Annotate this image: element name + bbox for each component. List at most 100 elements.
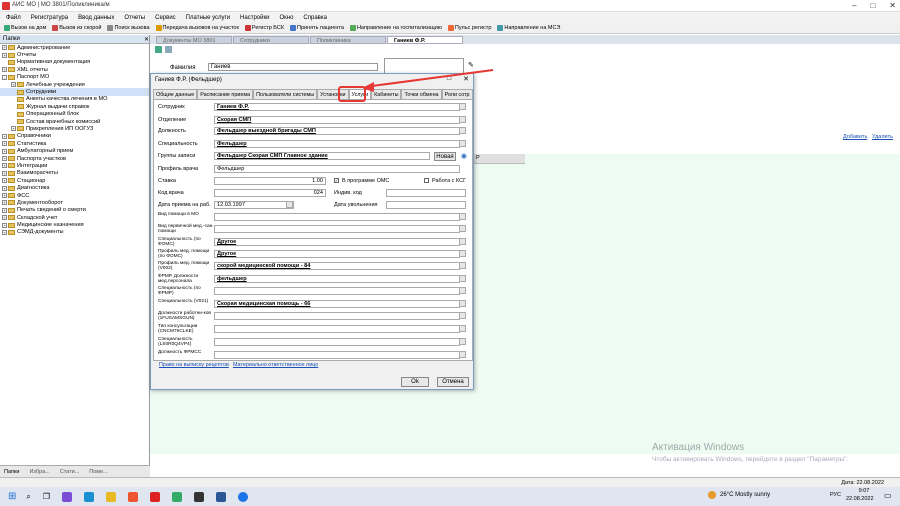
menu-item-4[interactable]: Сервис (155, 15, 176, 21)
tree-item[interactable]: Сотрудники (0, 88, 149, 96)
task-view-icon[interactable]: ❐ (43, 492, 50, 501)
dialog-tab-1[interactable]: Расписание приема (197, 89, 254, 99)
dialog-tab-2[interactable]: Пользователи системы (253, 89, 318, 99)
tree-item[interactable]: + СЭМД-документы (0, 229, 149, 236)
extra-field[interactable] (214, 325, 460, 333)
dialog-tab-3[interactable]: Установки (317, 89, 349, 99)
clock-time[interactable]: 9:07 (850, 488, 878, 494)
extra-field-select-button[interactable] (459, 213, 466, 220)
menu-item-6[interactable]: Настройки (240, 15, 269, 21)
tree-item[interactable]: + Медицинские назначения (0, 221, 149, 228)
menu-item-0[interactable]: Файл (6, 15, 21, 21)
tree-item[interactable]: + Стационар (0, 177, 149, 184)
toolbar-button-4[interactable]: Регистр БСК (243, 25, 286, 31)
weather-text[interactable]: 26°C Mostly sunny (720, 492, 770, 498)
expand-icon[interactable]: + (2, 178, 7, 184)
dialog-tab-4[interactable]: Услуги (348, 89, 372, 99)
extra-field-select-button[interactable] (459, 338, 466, 345)
menu-item-3[interactable]: Отчеты (124, 15, 145, 21)
position-field[interactable]: Фельдшер выездной бригады СМП (214, 127, 460, 135)
extra-field-select-button[interactable] (459, 351, 466, 358)
expand-icon[interactable]: + (2, 170, 7, 176)
toolbar-button-2[interactable]: Поиск вызова (105, 25, 151, 31)
tree-item[interactable]: Нормативная документация (0, 59, 149, 66)
extra-field[interactable] (214, 312, 460, 320)
toolbar-button-6[interactable]: Направление на госпитализацию (348, 25, 444, 31)
cancel-button[interactable]: Отмена (437, 377, 469, 387)
extra-field[interactable]: скорой медицинской помощи - 84 (214, 262, 460, 270)
expand-icon[interactable]: + (2, 163, 7, 169)
tree-item[interactable]: + Администрирование (0, 44, 149, 51)
delete-link[interactable]: Удалить (872, 134, 893, 140)
toolbar-button-0[interactable]: Вызов на дом (2, 25, 48, 31)
extra-field[interactable]: фельдшер (214, 275, 460, 283)
pen-icon[interactable]: ✎ (468, 61, 474, 69)
calendar-dropdown-button[interactable] (286, 201, 293, 208)
extra-field-select-button[interactable] (459, 225, 466, 232)
extra-field-select-button[interactable] (459, 312, 466, 319)
toolbar-button-7[interactable]: Пульс регистр (446, 25, 493, 31)
surname-field[interactable]: Ганиев (208, 63, 378, 71)
extra-field-select-button[interactable] (459, 262, 466, 269)
extra-field-select-button[interactable] (459, 300, 466, 307)
expand-icon[interactable]: + (11, 126, 16, 132)
extra-field-select-button[interactable] (459, 238, 466, 245)
tree-item[interactable]: + Печать сведений о смерти (0, 207, 149, 214)
toolbar-button-1[interactable]: Вызов из скорой (50, 25, 103, 31)
expand-icon[interactable]: + (2, 52, 7, 58)
menu-item-2[interactable]: Ввод данных (78, 15, 114, 21)
dialog-tab-7[interactable]: Роли сотр (441, 89, 473, 99)
new-group-button[interactable]: Новая (434, 152, 456, 161)
edge-icon[interactable] (84, 491, 95, 502)
add-link[interactable]: Добавить (843, 134, 867, 140)
employee-field[interactable]: Ганиев Ф.Р. (214, 103, 460, 111)
expand-icon[interactable]: + (2, 45, 7, 51)
word-icon[interactable] (216, 491, 227, 502)
sidebar-tab-0[interactable]: Папки (4, 469, 19, 475)
extra-field-select-button[interactable] (459, 287, 466, 294)
dialog-tab-0[interactable]: Общие данные (153, 89, 198, 99)
tree-item[interactable]: + Справочники (0, 133, 149, 140)
tree-item[interactable]: + Отчеты (0, 51, 149, 58)
yandex-icon[interactable] (128, 491, 139, 502)
chrome-icon[interactable] (172, 491, 183, 502)
notification-icon[interactable]: ▭ (884, 491, 892, 500)
tree-item[interactable]: + XML отчеты (0, 66, 149, 73)
toolbar-button-8[interactable]: Направление на МСЭ (495, 25, 562, 31)
tree-item[interactable]: + Лечебные учреждения (0, 81, 149, 88)
extra-field[interactable]: Другое (214, 238, 460, 246)
expand-icon[interactable]: + (2, 229, 7, 235)
yandex-browser-icon[interactable] (150, 491, 161, 502)
expand-icon[interactable]: + (2, 215, 7, 221)
expand-icon[interactable]: + (2, 193, 7, 198)
tree-item[interactable]: + Складской учет (0, 214, 149, 221)
expand-icon[interactable]: + (2, 185, 7, 191)
ksg-checkbox[interactable] (424, 178, 429, 185)
expand-icon[interactable]: + (2, 207, 7, 213)
doc-tab-1[interactable]: Сотрудники (233, 36, 309, 44)
hire-date-field[interactable]: 12.03.1997 (214, 201, 294, 209)
doctor-code-field[interactable]: 024 (214, 189, 326, 197)
dialog-tab-6[interactable]: Точки обмена (401, 89, 442, 99)
tree-item[interactable]: + Амбулаторный прием (0, 147, 149, 154)
prescription-right-link[interactable]: Право на выписку рецептов (159, 362, 229, 368)
extra-field[interactable] (214, 338, 460, 346)
doc-tab-3[interactable]: Ганиев Ф.Р. (387, 36, 463, 44)
search-icon[interactable]: ⌕ (26, 492, 30, 502)
expand-icon[interactable]: + (2, 133, 7, 139)
sidebar-tab-1[interactable]: Избра... (29, 469, 49, 475)
windows-start-icon[interactable]: ⊞ (8, 491, 16, 502)
tree-item[interactable]: - Паспорт МО (0, 74, 149, 81)
maximize-icon[interactable]: □ (870, 1, 875, 10)
doctor-profile-field[interactable]: Фельдшер (214, 165, 460, 173)
rate-field[interactable]: 1.00 (214, 177, 326, 185)
doc-tab-0[interactable]: Документы МО 3801 (156, 36, 232, 44)
tree-item[interactable]: Состав врачебных комиссий (0, 118, 149, 125)
expand-icon[interactable]: + (2, 67, 7, 73)
tree-item[interactable]: + Паспорта участков (0, 155, 149, 162)
sidebar-tab-2[interactable]: Стати... (60, 469, 80, 475)
tree-item[interactable]: + Документооборот (0, 199, 149, 206)
explorer-icon[interactable] (106, 491, 117, 502)
employee-select-button[interactable] (459, 103, 466, 110)
minimize-icon[interactable]: – (852, 1, 856, 10)
